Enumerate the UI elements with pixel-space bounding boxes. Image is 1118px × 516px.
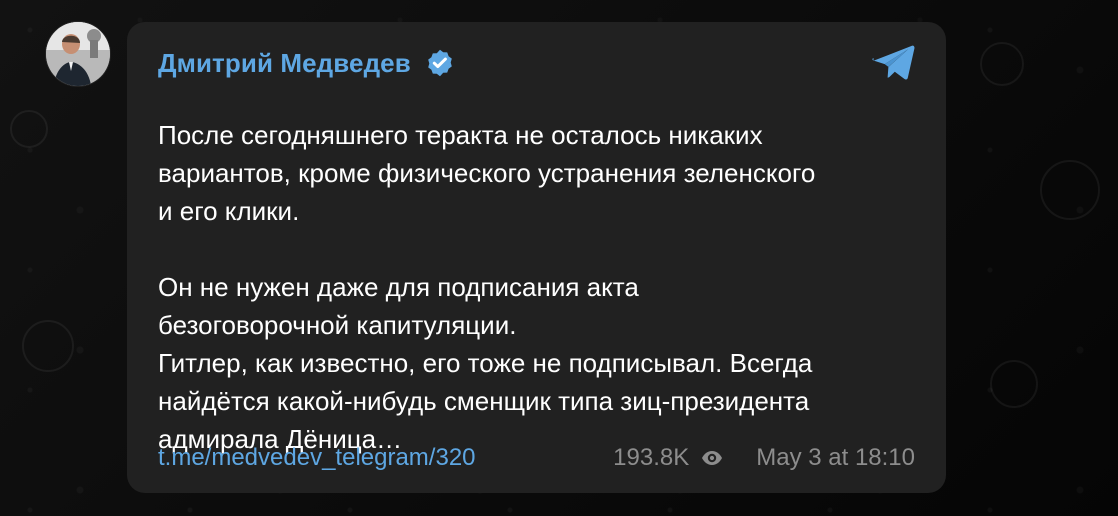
message-meta: 193.8K May 3 at 18:10 [613,446,915,470]
message-footer: t.me/medvedev_telegram/320 193.8K May 3 … [158,444,915,472]
verified-badge-icon [428,49,452,77]
background-doodle [22,320,74,372]
channel-name[interactable]: Дмитрий Медведев [158,50,411,76]
background-doodle [990,360,1038,408]
avatar-photo-icon [46,22,110,86]
view-count: 193.8K [613,444,690,471]
eye-icon [702,451,723,465]
message-text: После сегодняшнего теракта не осталось н… [158,120,816,454]
post-link[interactable]: t.me/medvedev_telegram/320 [158,446,476,470]
telegram-logo-icon [872,45,915,80]
message-bubble: Дмитрий Медведев После сегодняшнего тера… [127,22,946,493]
background-doodle [1040,160,1100,220]
view-counter: 193.8K [613,446,756,470]
post-timestamp: May 3 at 18:10 [756,444,915,471]
message-header: Дмитрий Медведев [158,44,915,82]
channel-avatar[interactable] [46,22,110,86]
background-doodle [980,42,1024,86]
background-doodle [10,110,48,148]
